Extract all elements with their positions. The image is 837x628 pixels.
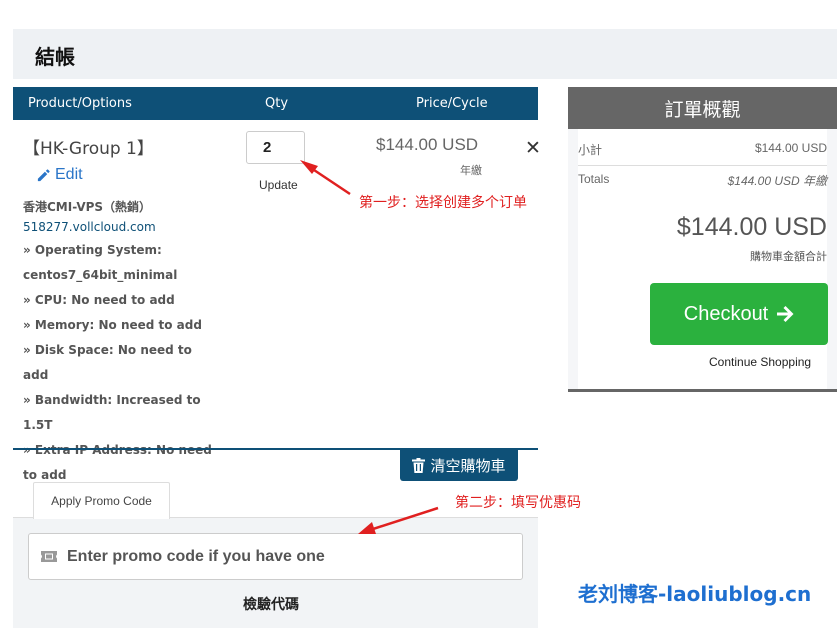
pencil-icon xyxy=(37,168,50,181)
summary-body: 小計 $144.00 USD Totals $144.00 USD 年繳 $14… xyxy=(578,129,828,389)
qty-input[interactable] xyxy=(246,131,305,164)
trash-icon xyxy=(412,458,426,473)
item-price: $144.00 USD xyxy=(376,135,479,154)
watermark: 老刘博客-laoliublog.cn xyxy=(578,582,812,606)
page-header: 結帳 xyxy=(13,29,837,79)
order-summary: 訂單概觀 小計 $144.00 USD Totals $144.00 USD 年… xyxy=(568,87,837,392)
total-amount: $144.00 USD xyxy=(676,213,827,241)
update-button[interactable]: Update xyxy=(259,178,298,192)
promo-placeholder: Enter promo code if you have one xyxy=(67,547,325,565)
col-product-header: Product/Options xyxy=(28,96,132,111)
option-cpu: » CPU: No need to add xyxy=(23,293,175,307)
checkout-button[interactable]: Checkout xyxy=(650,283,828,345)
option-extra-ip: » Extra IP Address: No need to add xyxy=(23,443,212,482)
col-qty-header: Qty xyxy=(265,96,289,111)
totals-value: $144.00 USD 年繳 xyxy=(727,174,827,188)
subtotal-value: $144.00 USD xyxy=(754,141,827,155)
subtotal-row: 小計 $144.00 USD xyxy=(578,141,827,158)
empty-cart-label: 清空購物車 xyxy=(430,457,506,475)
option-bandwidth: » Bandwidth: Increased to 1.5T xyxy=(23,393,201,432)
item-details: 香港CMI-VPS（熱銷） 518277.vollcloud.com » Ope… xyxy=(23,198,213,488)
page-title: 結帳 xyxy=(35,45,75,69)
item-domain: 518277.vollcloud.com xyxy=(23,220,156,234)
summary-title: 訂單概觀 xyxy=(568,87,837,129)
validate-code-button[interactable]: 檢驗代碼 xyxy=(243,594,299,614)
annotation-step1: 第一步：选择创建多个订单 xyxy=(359,195,527,211)
edit-label: Edit xyxy=(55,166,83,183)
promo-code-input[interactable]: Enter promo code if you have one xyxy=(28,533,523,580)
summary-divider xyxy=(578,165,827,166)
checkout-label: Checkout xyxy=(683,302,769,325)
annotation-step2: 第二步：填写优惠码 xyxy=(455,495,581,511)
totals-label: Totals xyxy=(578,172,610,186)
product-name: 香港CMI-VPS（熱銷） xyxy=(23,200,152,214)
continue-shopping-link[interactable]: Continue Shopping xyxy=(709,355,811,369)
total-caption: 購物車金額合計 xyxy=(750,250,827,263)
totals-row: Totals $144.00 USD 年繳 xyxy=(578,172,827,189)
tab-apply-promo[interactable]: Apply Promo Code xyxy=(33,482,170,519)
arrow-right-icon xyxy=(777,306,794,322)
item-cycle: 年繳 xyxy=(460,164,482,177)
empty-cart-button[interactable]: 清空購物車 xyxy=(400,450,518,481)
subtotal-label: 小計 xyxy=(578,143,603,157)
remove-item-icon[interactable]: ✕ xyxy=(525,139,541,158)
edit-link[interactable]: Edit xyxy=(36,166,83,184)
option-memory: » Memory: No need to add xyxy=(23,318,202,332)
col-price-header: Price/Cycle xyxy=(416,96,488,111)
cart-table-header: Product/Options Qty Price/Cycle xyxy=(13,87,538,120)
ticket-icon xyxy=(41,551,57,562)
option-disk: » Disk Space: No need to add xyxy=(23,343,192,382)
item-title: 【HK-Group 1】 xyxy=(23,139,154,159)
option-os: » Operating System: centos7_64bit_minima… xyxy=(23,243,178,282)
arrow-step1 xyxy=(307,164,351,196)
